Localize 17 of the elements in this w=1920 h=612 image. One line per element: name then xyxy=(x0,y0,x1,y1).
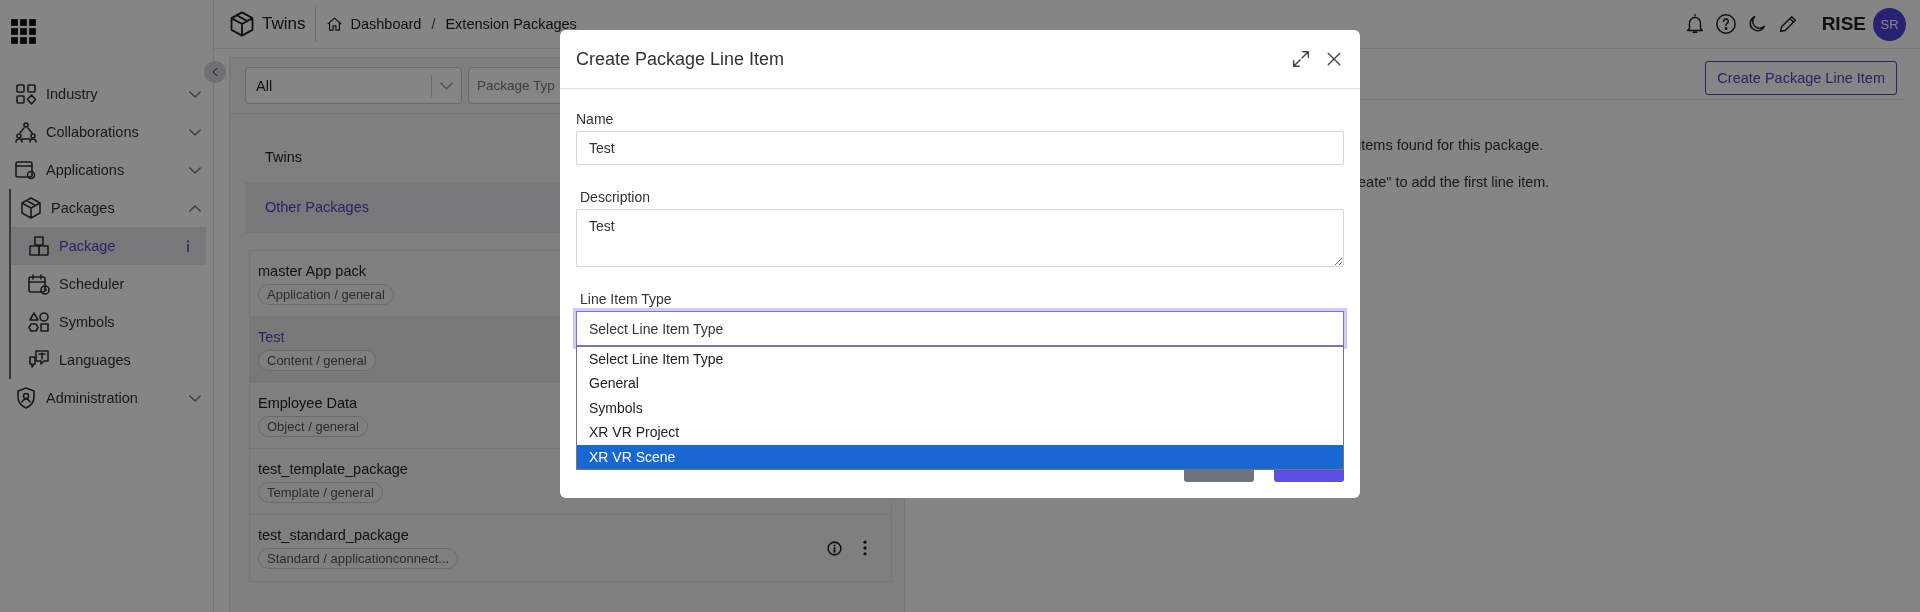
dialog-title: Create Package Line Item xyxy=(576,48,786,70)
package-type-tag: Standard / applicationconnect... xyxy=(258,548,459,569)
field-label: Description xyxy=(580,189,652,205)
brand-logo: RISE xyxy=(1821,13,1866,35)
breadcrumb-separator: / xyxy=(431,16,436,32)
package-name: Test xyxy=(258,328,285,345)
package-name: test_standard_package xyxy=(258,527,409,543)
package-name: Employee Data xyxy=(258,394,358,411)
package-name: master App pack xyxy=(258,262,366,279)
package-name: test_template_package xyxy=(258,460,408,477)
package-type-tag: Content / general xyxy=(258,349,376,371)
package-type-tag: Object / general xyxy=(258,415,368,437)
app-title: Twins xyxy=(262,14,306,34)
package-type-tag: Application / general xyxy=(258,283,394,305)
package-type-tag: Template / general xyxy=(258,481,383,503)
field-label: Line Item Type xyxy=(580,291,673,307)
field-label: Name xyxy=(576,111,615,127)
